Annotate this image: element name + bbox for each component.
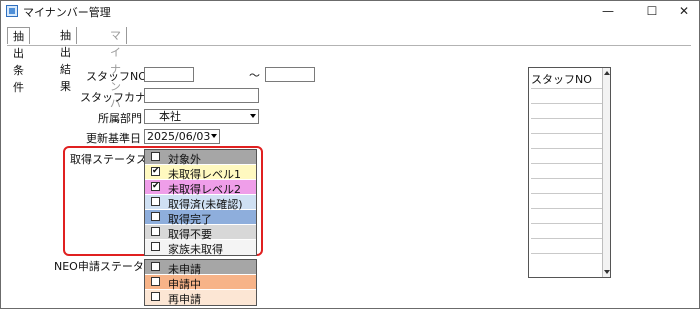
chevron-down-icon: [211, 134, 217, 138]
tab-my-number: マイナンバー: [105, 27, 127, 127]
acquire-status-item[interactable]: 取得不要: [145, 225, 256, 241]
staff-no-from-input[interactable]: [144, 67, 194, 82]
checkbox[interactable]: [151, 292, 160, 301]
acquire-status-item[interactable]: 対象外: [145, 150, 256, 166]
chevron-down-icon: [250, 114, 256, 118]
checkbox[interactable]: [151, 242, 160, 251]
dept-select-value: 本社: [159, 110, 181, 123]
acquire-status-list: 対象外 ✔ 未取得レベル1 ✔ 未取得レベル2 取得済(未確認) 取得完了 取得…: [144, 149, 257, 256]
staff-list-row[interactable]: [531, 178, 604, 179]
maximize-button[interactable]: ☐: [635, 2, 669, 20]
neo-status-item[interactable]: 未申請: [145, 260, 256, 276]
update-date-picker[interactable]: 2025/06/03: [144, 129, 220, 144]
staff-list-row[interactable]: [531, 148, 604, 149]
staff-list-row[interactable]: [531, 223, 604, 224]
acquire-status-label: 取得ステータス: [70, 153, 147, 166]
checkbox[interactable]: ✔: [151, 182, 160, 191]
acquire-status-item-label: 家族未取得: [168, 243, 223, 256]
staff-list-row[interactable]: [531, 88, 604, 89]
staff-list-row[interactable]: [531, 238, 604, 239]
tab-extract-results[interactable]: 抽出結果: [55, 27, 77, 93]
staff-list-row[interactable]: [531, 193, 604, 194]
close-button[interactable]: ✕: [667, 2, 699, 20]
staff-list-row[interactable]: [531, 133, 604, 134]
staff-list-header: スタッフNO: [531, 73, 592, 86]
acquire-status-item[interactable]: 取得済(未確認): [145, 195, 256, 211]
checkbox[interactable]: [151, 277, 160, 286]
staff-kana-input[interactable]: [144, 88, 259, 103]
neo-status-item[interactable]: 再申請: [145, 290, 256, 306]
dept-select[interactable]: 本社: [144, 109, 259, 124]
tab-extract-conditions[interactable]: 抽出条件: [7, 27, 30, 94]
update-date-value: 2025/06/03: [147, 130, 211, 143]
app-icon: [6, 5, 18, 17]
staff-no-label: スタッフNO: [86, 70, 147, 83]
acquire-status-item[interactable]: 家族未取得: [145, 240, 256, 256]
scroll-up-icon[interactable]: [604, 71, 610, 75]
staff-no-to-input[interactable]: [265, 67, 315, 82]
neo-status-item[interactable]: 申請中: [145, 275, 256, 291]
dept-label: 所属部門: [98, 112, 142, 125]
checkbox[interactable]: [151, 152, 160, 161]
checkbox[interactable]: ✔: [151, 167, 160, 176]
range-separator: 〜: [249, 69, 260, 82]
checkbox[interactable]: [151, 262, 160, 271]
acquire-status-item[interactable]: 取得完了: [145, 210, 256, 226]
update-date-label: 更新基準日: [86, 132, 141, 145]
staff-list-scrollbar[interactable]: [602, 68, 610, 277]
main-window: マイナンバー管理 — ☐ ✕ 抽出条件 抽出結果 マイナンバー スタッフNO 〜…: [0, 0, 700, 309]
acquire-status-item[interactable]: ✔ 未取得レベル1: [145, 165, 256, 181]
acquire-status-item[interactable]: ✔ 未取得レベル2: [145, 180, 256, 196]
window-title: マイナンバー管理: [23, 6, 111, 19]
minimize-button[interactable]: —: [591, 2, 625, 20]
staff-kana-label: スタッフカナ: [80, 91, 146, 104]
checkbox[interactable]: [151, 227, 160, 236]
checkbox[interactable]: [151, 197, 160, 206]
neo-status-label: NEO申請ステータス: [54, 260, 155, 273]
checkbox[interactable]: [151, 212, 160, 221]
neo-status-item-label: 再申請: [168, 293, 201, 306]
neo-status-list: 未申請 申請中 再申請: [144, 259, 257, 306]
staff-list[interactable]: スタッフNO: [528, 67, 611, 278]
tab-divider: [7, 45, 691, 46]
staff-list-row[interactable]: [531, 208, 604, 209]
staff-list-row[interactable]: [531, 103, 604, 104]
scroll-down-icon[interactable]: [604, 270, 610, 274]
staff-list-row[interactable]: [531, 253, 604, 254]
staff-list-row[interactable]: [531, 163, 604, 164]
staff-list-row[interactable]: [531, 118, 604, 119]
title-bar: マイナンバー管理 — ☐ ✕: [1, 1, 699, 22]
